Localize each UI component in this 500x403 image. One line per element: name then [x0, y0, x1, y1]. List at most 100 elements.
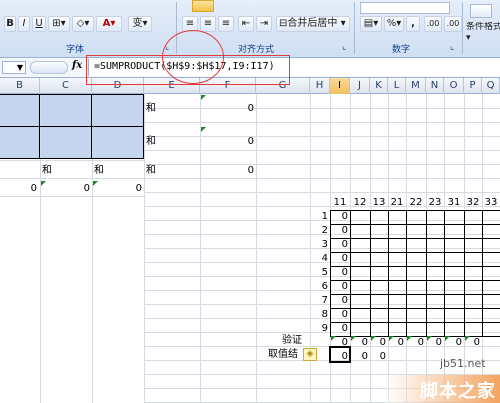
verify-label[interactable]: 验证 [282, 334, 302, 348]
column-header-k[interactable]: K [370, 78, 388, 94]
cell-e-label[interactable]: 和 [146, 164, 156, 178]
result-value[interactable]: 0 [370, 350, 386, 364]
align-center-button[interactable]: ≡ [200, 16, 216, 32]
column-header-o[interactable]: O [444, 78, 464, 94]
conditional-format-icon[interactable] [470, 4, 492, 18]
underline-button[interactable]: U [32, 16, 46, 32]
top-align-button[interactable] [192, 0, 214, 12]
error-indicator-icon [427, 336, 432, 341]
matrix-value[interactable]: 0 [330, 224, 348, 238]
align-right-button[interactable]: ≡ [218, 16, 234, 32]
number-format-dropdown[interactable] [360, 2, 450, 14]
matrix-header[interactable]: 11 [330, 196, 350, 210]
grid-line [0, 160, 144, 161]
grid-line [144, 150, 500, 151]
matrix-border [330, 280, 500, 281]
font-color-button[interactable]: A▾ [96, 16, 122, 32]
number-dialog-launcher-icon[interactable]: ⌞ [450, 42, 454, 52]
cell-b-value[interactable]: 0 [0, 182, 37, 196]
name-box-dropdown[interactable]: ▼ [2, 61, 26, 74]
active-cell-cursor[interactable] [329, 346, 351, 363]
matrix-header[interactable]: 13 [370, 196, 388, 210]
cell-f-value[interactable]: 0 [200, 135, 254, 149]
comma-button[interactable]: , [406, 16, 420, 32]
matrix-header[interactable]: 22 [406, 196, 426, 210]
matrix-header[interactable]: 32 [464, 196, 482, 210]
matrix-value[interactable]: 0 [330, 294, 348, 308]
formula-bar-scroll-handle[interactable] [30, 61, 68, 74]
matrix-border [370, 210, 371, 336]
error-indicator-icon [351, 336, 356, 341]
matrix-header[interactable]: 33 [482, 196, 500, 210]
grid-line [144, 178, 500, 179]
matrix-row-number[interactable]: 7 [310, 294, 328, 308]
cell-f-value[interactable]: 0 [200, 164, 254, 178]
column-header-m[interactable]: M [406, 78, 426, 94]
matrix-row-number[interactable]: 4 [310, 252, 328, 266]
error-indicator-icon [407, 336, 412, 341]
matrix-value[interactable]: 0 [330, 210, 348, 224]
grid-line [144, 108, 500, 109]
table-border [0, 158, 144, 159]
matrix-border [464, 210, 465, 336]
matrix-value[interactable]: 0 [330, 238, 348, 252]
cell-c-label[interactable]: 和 [42, 164, 52, 178]
matrix-value[interactable]: 0 [330, 322, 348, 336]
phonetic-button[interactable]: 变▾ [128, 16, 152, 32]
matrix-border [406, 210, 407, 336]
matrix-row-number[interactable]: 5 [310, 266, 328, 280]
column-header-q[interactable]: Q [482, 78, 500, 94]
number-group-label: 数字 [392, 45, 411, 55]
error-warning-icon[interactable]: ◈ [303, 348, 317, 361]
matrix-value[interactable]: 0 [330, 280, 348, 294]
watermark-name: 脚本之家 [420, 381, 496, 402]
borders-button[interactable]: ⊞▾ [48, 16, 70, 32]
decrease-indent-button[interactable]: ⇤ [238, 16, 254, 32]
column-header-l[interactable]: L [388, 78, 406, 94]
increase-indent-button[interactable]: ⇥ [256, 16, 272, 32]
matrix-value[interactable]: 0 [330, 252, 348, 266]
matrix-value[interactable]: 0 [330, 308, 348, 322]
matrix-row-number[interactable]: 1 [310, 210, 328, 224]
merge-center-button[interactable]: ⊟合并后居中 ▾ [276, 16, 350, 32]
column-header-b[interactable]: B [0, 78, 40, 94]
cell-e-label[interactable]: 和 [146, 135, 156, 149]
italic-button[interactable]: I [18, 16, 30, 32]
cell-d-label[interactable]: 和 [94, 164, 104, 178]
conditional-format-button[interactable]: 条件格式 ▾ [466, 22, 500, 44]
matrix-header[interactable]: 12 [350, 196, 370, 210]
fill-color-button[interactable]: ◇▾ [72, 16, 94, 32]
matrix-header[interactable]: 31 [444, 196, 464, 210]
currency-button[interactable]: ▤▾ [360, 16, 382, 32]
matrix-border [482, 210, 483, 336]
result-value[interactable]: 0 [350, 350, 368, 364]
result-label[interactable]: 取值结 [268, 348, 298, 362]
column-header-c[interactable]: C [40, 78, 92, 94]
matrix-row-number[interactable]: 2 [310, 224, 328, 238]
matrix-row-number[interactable]: 9 [310, 322, 328, 336]
matrix-row-number[interactable]: 8 [310, 308, 328, 322]
column-header-h[interactable]: H [310, 78, 330, 94]
insert-function-button[interactable]: fx [72, 60, 82, 71]
grid-line [144, 164, 500, 165]
increase-decimal-button[interactable]: .00 [424, 16, 442, 32]
matrix-row-number[interactable]: 3 [310, 238, 328, 252]
matrix-header[interactable]: 21 [388, 196, 406, 210]
cell-c-value[interactable]: 0 [40, 182, 90, 196]
percent-button[interactable]: %▾ [384, 16, 404, 32]
cell-f-value[interactable]: 0 [200, 102, 254, 116]
bold-button[interactable]: B [4, 16, 16, 32]
cell-d-value[interactable]: 0 [92, 182, 142, 196]
column-header-n[interactable]: N [426, 78, 444, 94]
error-indicator-icon [389, 336, 394, 341]
column-header-j[interactable]: J [350, 78, 370, 94]
column-header-p[interactable]: P [464, 78, 482, 94]
align-dialog-launcher-icon[interactable]: ⌞ [342, 42, 346, 52]
matrix-row-number[interactable]: 6 [310, 280, 328, 294]
cell-e-label[interactable]: 和 [146, 102, 156, 116]
matrix-header[interactable]: 23 [426, 196, 444, 210]
align-group-label: 对齐方式 [238, 45, 275, 55]
column-header-i[interactable]: I [330, 78, 350, 94]
matrix-value[interactable]: 0 [330, 266, 348, 280]
decrease-decimal-button[interactable]: .00 [444, 16, 462, 32]
